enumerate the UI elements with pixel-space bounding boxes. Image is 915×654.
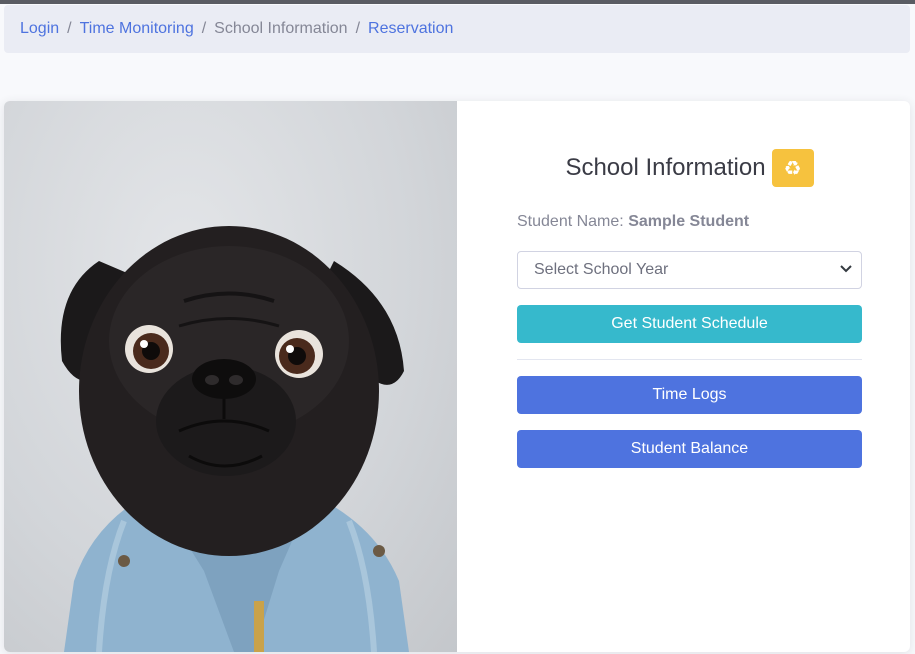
student-name-line: Student Name: Sample Student [517, 213, 749, 231]
school-year-select[interactable]: Select School Year [517, 251, 862, 289]
breadcrumb-separator: / [355, 20, 361, 37]
student-name-value: Sample Student [628, 213, 750, 230]
chevron-down-icon [840, 265, 852, 273]
breadcrumb: Login / Time Monitoring / School Informa… [4, 5, 910, 53]
get-student-schedule-button[interactable]: Get Student Schedule [517, 305, 862, 343]
window-top-bar [0, 0, 915, 4]
time-logs-button[interactable]: Time Logs [517, 376, 862, 414]
breadcrumb-time-monitoring[interactable]: Time Monitoring [80, 20, 194, 38]
school-year-select-value: Select School Year [534, 261, 669, 278]
divider [517, 359, 862, 360]
pug-illustration [60, 226, 409, 652]
breadcrumb-separator: / [67, 20, 72, 37]
pug-photo [4, 101, 457, 652]
breadcrumb-login[interactable]: Login [20, 20, 59, 38]
recycle-icon: ♻ [783, 157, 802, 180]
student-balance-button[interactable]: Student Balance [517, 430, 862, 468]
refresh-button[interactable]: ♻ [771, 149, 814, 187]
breadcrumb-reservation[interactable]: Reservation [368, 20, 453, 38]
breadcrumb-separator: / [201, 20, 207, 37]
school-info-card: School Information ♻ Student Name: Sampl… [4, 101, 910, 652]
title-row: School Information ♻ [517, 149, 862, 187]
student-name-label: Student Name: [517, 213, 624, 230]
page-title: School Information [565, 154, 766, 181]
breadcrumb-school-information: School Information [214, 20, 348, 37]
